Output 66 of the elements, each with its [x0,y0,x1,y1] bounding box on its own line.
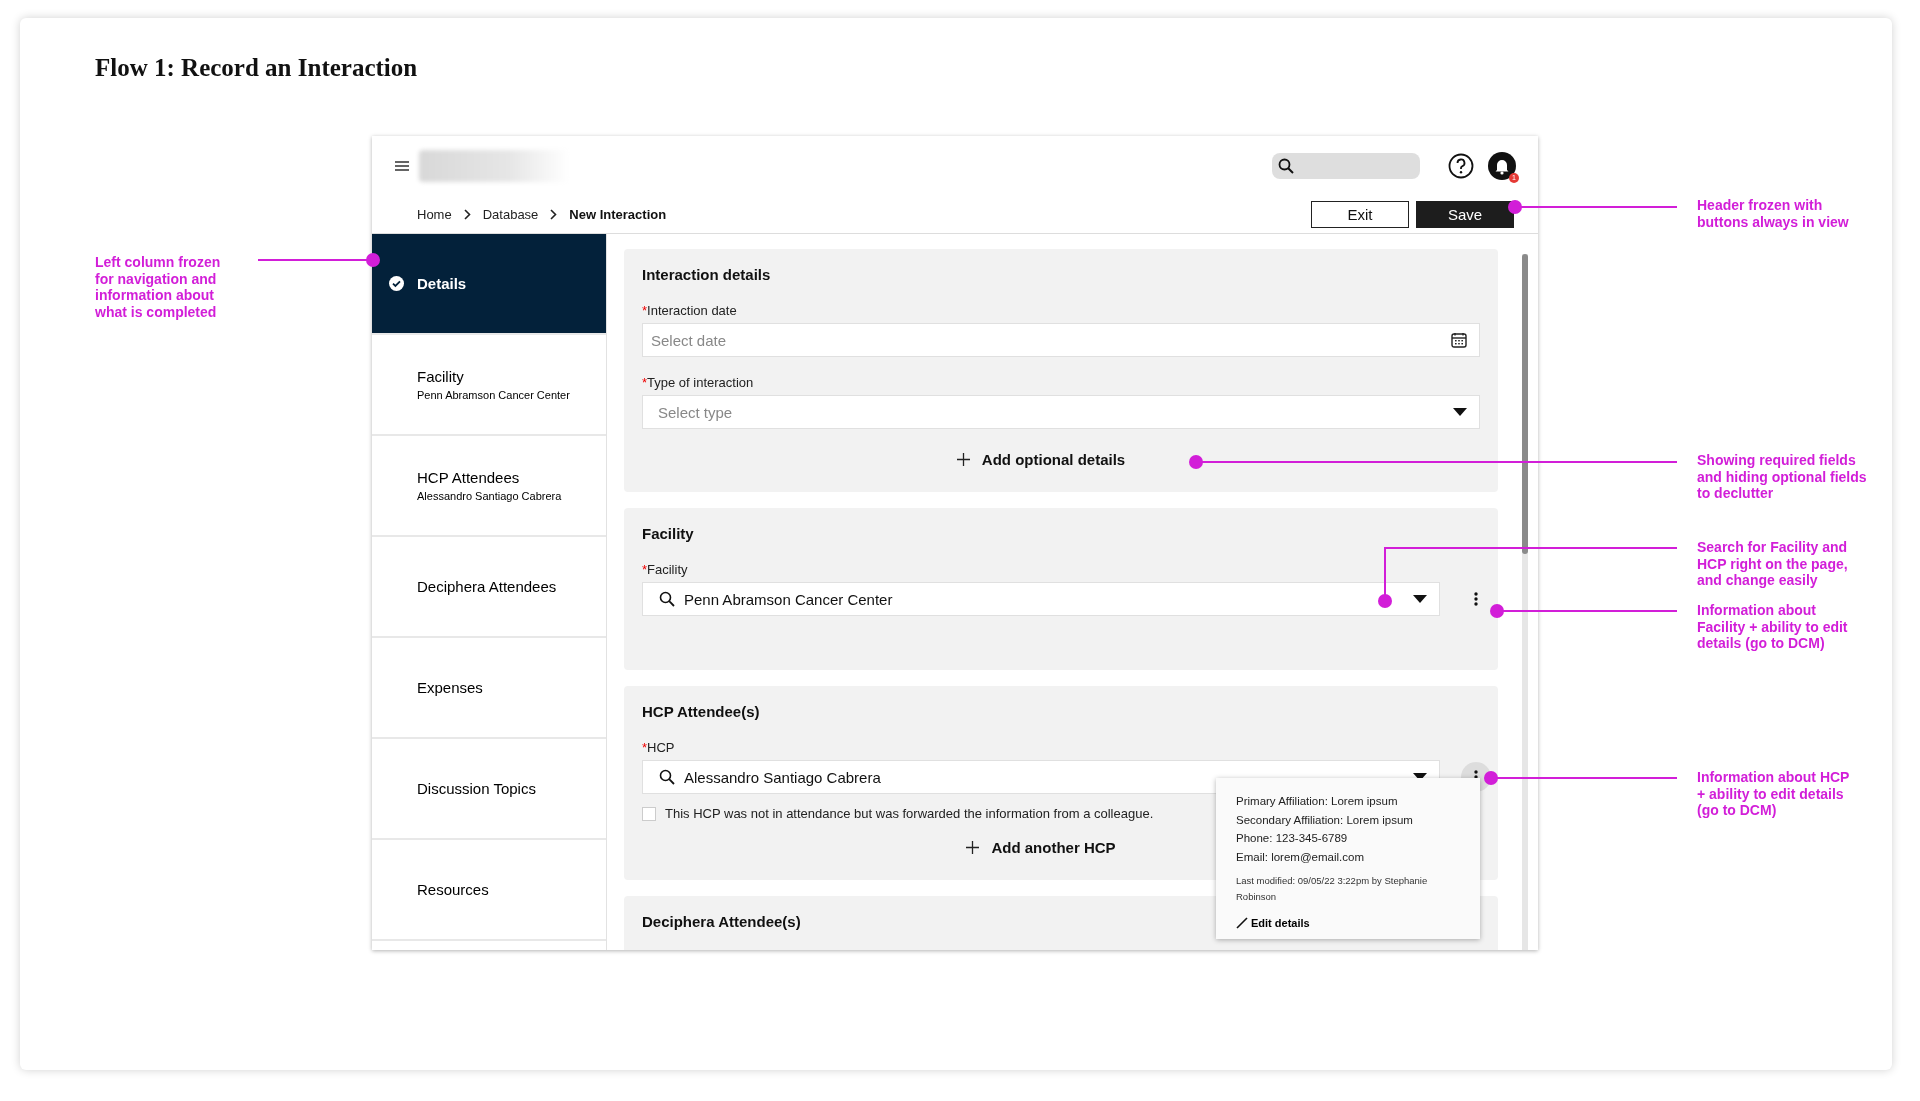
dropdown-field[interactable]: Select type [642,395,1480,429]
last-modified-text: Last modified: 09/05/22 3:22pm by Stephanie Robinson [1236,874,1429,904]
breadcrumb-link[interactable]: Database [482,207,539,222]
search-icon [659,769,675,785]
plus-icon [956,453,970,466]
menu-icon[interactable] [395,161,409,171]
section-title: Interaction details [642,266,771,283]
sidebar-item-label: Deciphera Attendees [417,578,557,595]
annotation-text: Information about HCP + ability to edit details (go to DCM) [1697,769,1851,819]
field-label: *Type of interaction [642,375,755,390]
annotation-text: Search for Facility and HCP right on the page, and change easily [1697,539,1849,589]
sidebar-item-label: Expenses [417,679,483,696]
section-title: Deciphera Attendee(s) [642,913,801,930]
notification-bell-icon[interactable] [1488,152,1516,180]
breadcrumb-link[interactable]: Home [417,207,452,222]
exit-button[interactable]: Exit [1311,201,1409,228]
annotation-text: Header frozen with buttons always in view [1697,197,1850,230]
field-label: *Facility [642,562,689,577]
sidebar-item[interactable]: Resources [372,840,606,941]
annotation-text: Information about Facility + ability to edit details (go to DCM) [1697,602,1849,652]
caret-down-icon [1453,408,1467,416]
page-title: Flow 1: Record an Interaction [95,54,418,82]
section-title: Facility [642,525,694,542]
sidebar-item-label: HCP Attendees [417,469,521,486]
info-line: Secondary Affiliation: Lorem ipsum [1236,812,1414,828]
search-icon [659,591,675,607]
info-line: Email: lorem@email.com [1236,849,1365,865]
sidebar-item[interactable]: Discussion Topics [372,739,606,840]
pencil-icon [1236,917,1248,929]
chevron-right-icon [463,209,471,220]
sidebar-item[interactable]: HCP Attendees Alessandro Santiago Cabrera [372,436,606,537]
sidebar-item-subtitle: Penn Abramson Cancer Center [417,389,570,401]
edit-details-link[interactable]: Edit details [1236,917,1460,929]
info-line: Phone: 123-345-6789 [1236,831,1349,846]
sidebar-item-label: Details [417,275,467,292]
sidebar-item-label: Facility [417,368,465,385]
chevron-right-icon [550,209,558,220]
info-line: Primary Affiliation: Lorem ipsum [1236,794,1399,809]
annotation-text: Left column frozen for navigation and information about what is completed [95,254,222,320]
add-button[interactable]: Add optional details [952,447,1130,472]
sidebar-item[interactable]: Details [372,234,606,335]
save-button[interactable]: Save [1416,201,1514,228]
sidebar-item[interactable]: Expenses [372,638,606,739]
caret-down-icon [1413,595,1427,603]
search-icon [1278,158,1294,174]
sidebar-item[interactable]: Facility Penn Abramson Cancer Center [372,335,606,436]
calendar-icon [1451,332,1467,348]
date-field[interactable]: Select date [642,323,1480,357]
field-label: *HCP [642,740,676,755]
add-button[interactable]: Add another HCP [962,835,1120,860]
help-icon[interactable] [1448,153,1474,179]
scrollbar[interactable] [1522,254,1528,554]
breadcrumb-link[interactable]: New Interaction [569,207,667,222]
section-title: HCP Attendee(s) [642,703,760,720]
search-field[interactable]: Penn Abramson Cancer Center [642,582,1440,616]
checkbox-label: This HCP was not in attendance but was forwarded the information from a colleague. [665,806,1154,821]
field-label: *Interaction date [642,303,738,318]
plus-icon [966,841,980,854]
sidebar-item-label: Discussion Topics [417,780,536,797]
sidebar-item[interactable]: Deciphera Attendees [372,537,606,638]
sidebar-item-subtitle: Alessandro Santiago Cabrera [417,490,562,502]
search-field[interactable] [1272,153,1420,179]
sidebar-item-label: Resources [417,881,489,898]
checkbox[interactable] [642,806,656,821]
more-vertical-icon [1474,592,1478,606]
annotation-text: Showing required fields and hiding optional fields to declutter [1697,452,1868,502]
